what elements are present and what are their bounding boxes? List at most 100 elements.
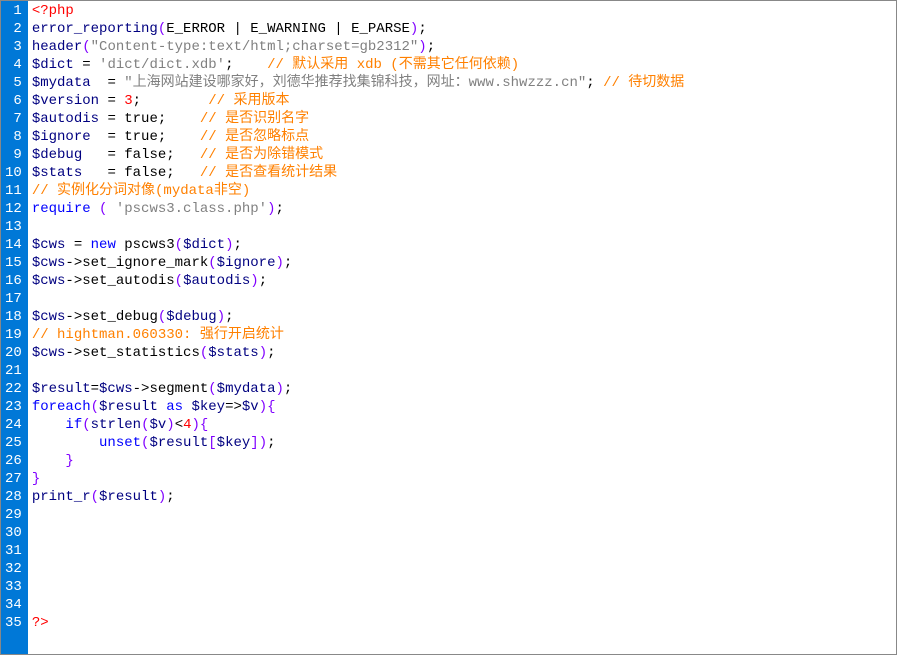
token-comment: // hightman.060330: 强行开启统计 — [32, 327, 284, 343]
line-number: 12 — [5, 200, 22, 218]
token-plain — [82, 147, 107, 163]
code-line[interactable] — [32, 578, 896, 596]
code-line[interactable]: $stats = false; // 是否查看统计结果 — [32, 164, 896, 182]
code-line[interactable]: foreach($result as $key=>$v){ — [32, 398, 896, 416]
code-line[interactable]: $debug = false; // 是否为除错模式 — [32, 146, 896, 164]
code-line[interactable]: unset($result[$key]); — [32, 434, 896, 452]
token-op: ; — [418, 21, 426, 37]
line-number: 4 — [5, 56, 22, 74]
token-op: = — [107, 165, 115, 181]
token-op: ; — [166, 489, 174, 505]
token-tag: ?> — [32, 615, 49, 631]
token-variable: $cws — [99, 381, 133, 397]
token-variable: $dict — [183, 237, 225, 253]
code-line[interactable] — [32, 218, 896, 236]
line-number: 7 — [5, 110, 22, 128]
token-paren: ( — [200, 345, 208, 361]
code-line[interactable] — [32, 506, 896, 524]
token-op: = — [74, 237, 82, 253]
code-line[interactable]: ?> — [32, 614, 896, 632]
code-line[interactable] — [32, 290, 896, 308]
token-paren: ) — [158, 489, 166, 505]
token-plain — [91, 129, 108, 145]
line-number-gutter: 1234567891011121314151617181920212223242… — [1, 1, 28, 654]
line-number: 10 — [5, 164, 22, 182]
token-plain — [595, 75, 603, 91]
token-op: ; — [427, 39, 435, 55]
code-line[interactable]: } — [32, 452, 896, 470]
line-number: 14 — [5, 236, 22, 254]
line-number: 24 — [5, 416, 22, 434]
code-line[interactable]: $version = 3; // 采用版本 — [32, 92, 896, 110]
token-variable: $cws — [32, 237, 66, 253]
token-op: ; — [166, 147, 174, 163]
code-line[interactable] — [32, 596, 896, 614]
token-keyword: as — [166, 399, 183, 415]
token-comment: // 是否为除错模式 — [200, 147, 323, 163]
code-line[interactable]: $result=$cws->segment($mydata); — [32, 380, 896, 398]
token-boolval: true — [124, 111, 158, 127]
code-line[interactable]: $dict = 'dict/dict.xdb'; // 默认采用 xdb (不需… — [32, 56, 896, 74]
code-line[interactable]: $cws->set_statistics($stats); — [32, 344, 896, 362]
code-line[interactable] — [32, 362, 896, 380]
token-plain — [82, 237, 90, 253]
code-line[interactable]: $autodis = true; // 是否识别名字 — [32, 110, 896, 128]
code-line[interactable]: $cws->set_debug($debug); — [32, 308, 896, 326]
token-variable: $key — [191, 399, 225, 415]
token-plain — [175, 165, 200, 181]
token-paren: ( — [91, 399, 99, 415]
line-number: 13 — [5, 218, 22, 236]
token-keyword: foreach — [32, 399, 91, 415]
token-op: | — [334, 21, 342, 37]
code-line[interactable]: $ignore = true; // 是否忽略标点 — [32, 128, 896, 146]
line-number: 6 — [5, 92, 22, 110]
token-plain — [107, 201, 115, 217]
token-paren: ( — [158, 21, 166, 37]
code-line[interactable]: if(strlen($v)<4){ — [32, 416, 896, 434]
token-func: error_reporting — [32, 21, 158, 37]
token-variable: $debug — [166, 309, 216, 325]
code-line[interactable]: print_r($result); — [32, 488, 896, 506]
line-number: 26 — [5, 452, 22, 470]
token-func: header — [32, 39, 82, 55]
token-bracket: ] — [250, 435, 258, 451]
line-number: 11 — [5, 182, 22, 200]
token-keyword: unset — [99, 435, 141, 451]
code-line[interactable]: $cws->set_ignore_mark($ignore); — [32, 254, 896, 272]
code-editor[interactable]: <?phperror_reporting(E_ERROR | E_WARNING… — [28, 1, 896, 654]
code-line[interactable]: <?php — [32, 2, 896, 20]
line-number: 27 — [5, 470, 22, 488]
code-line[interactable] — [32, 560, 896, 578]
line-number: 28 — [5, 488, 22, 506]
token-variable: $mydata — [217, 381, 276, 397]
code-line[interactable]: $cws = new pscws3($dict); — [32, 236, 896, 254]
token-plain — [65, 237, 73, 253]
code-line[interactable]: $cws->set_autodis($autodis); — [32, 272, 896, 290]
token-boolval: false — [124, 165, 166, 181]
token-op: = — [107, 147, 115, 163]
line-number: 18 — [5, 308, 22, 326]
token-paren: } — [32, 471, 40, 487]
code-line[interactable]: // hightman.060330: 强行开启统计 — [32, 326, 896, 344]
token-keyword: new — [91, 237, 116, 253]
code-line[interactable]: require ( 'pscws3.class.php'); — [32, 200, 896, 218]
code-line[interactable]: error_reporting(E_ERROR | E_WARNING | E_… — [32, 20, 896, 38]
code-line[interactable]: } — [32, 470, 896, 488]
token-keyword: require — [32, 201, 91, 217]
code-line[interactable] — [32, 524, 896, 542]
token-plain: E_WARNING — [242, 21, 334, 37]
code-line[interactable]: // 实例化分词对像(mydata非空) — [32, 182, 896, 200]
code-line[interactable] — [32, 542, 896, 560]
token-plain — [166, 129, 200, 145]
token-paren: ) — [225, 237, 233, 253]
code-line[interactable]: $mydata = "上海网站建设哪家好，刘德华推荐找集锦科技，网址：www.s… — [32, 74, 896, 92]
token-op: ; — [267, 435, 275, 451]
line-number: 8 — [5, 128, 22, 146]
line-number: 33 — [5, 578, 22, 596]
token-paren: ( — [175, 273, 183, 289]
token-paren: } — [65, 453, 73, 469]
line-number: 32 — [5, 560, 22, 578]
token-plain: set_ignore_mark — [82, 255, 208, 271]
code-line[interactable]: header("Content-type:text/html;charset=g… — [32, 38, 896, 56]
line-number: 22 — [5, 380, 22, 398]
